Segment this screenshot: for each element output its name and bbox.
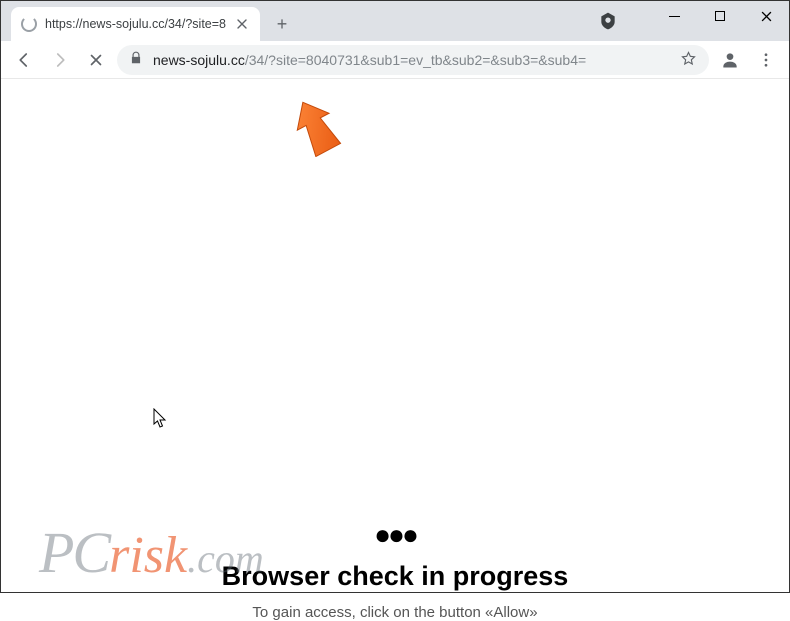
- address-bar[interactable]: news-sojulu.cc/34/?site=8040731&sub1=ev_…: [117, 45, 709, 75]
- tab-strip: https://news-sojulu.cc/34/?site=8 +: [1, 1, 789, 41]
- stop-reload-button[interactable]: [81, 45, 111, 75]
- page-headline: Browser check in progress: [222, 561, 569, 592]
- lock-icon: [129, 51, 143, 68]
- browser-toolbar: news-sojulu.cc/34/?site=8040731&sub1=ev_…: [1, 41, 789, 79]
- page-viewport: ●●● Browser check in progress To gain ac…: [1, 79, 789, 592]
- annotation-arrow-icon: [286, 97, 346, 157]
- url-path: /34/?site=8040731&sub1=ev_tb&sub2=&sub3=…: [245, 52, 586, 68]
- url-text: news-sojulu.cc/34/?site=8040731&sub1=ev_…: [153, 52, 670, 68]
- window-close-button[interactable]: [743, 1, 789, 31]
- mouse-cursor-icon: [153, 408, 169, 430]
- bookmark-star-icon[interactable]: [680, 50, 697, 70]
- url-domain: news-sojulu.cc: [153, 52, 245, 68]
- tab-close-button[interactable]: [234, 16, 250, 32]
- loading-spinner-icon: [21, 16, 37, 32]
- new-tab-button[interactable]: +: [268, 10, 296, 38]
- profile-avatar-button[interactable]: [715, 45, 745, 75]
- page-subline: To gain access, click on the button «All…: [222, 604, 569, 621]
- forward-button[interactable]: [45, 45, 75, 75]
- loading-dots-icon: ●●●: [222, 519, 569, 551]
- tab-title: https://news-sojulu.cc/34/?site=8: [45, 17, 226, 31]
- window-minimize-button[interactable]: [651, 1, 697, 31]
- page-content: ●●● Browser check in progress To gain ac…: [222, 519, 569, 621]
- back-button[interactable]: [9, 45, 39, 75]
- browser-tab[interactable]: https://news-sojulu.cc/34/?site=8: [11, 7, 260, 41]
- extension-shield-icon[interactable]: [597, 10, 619, 32]
- window-maximize-button[interactable]: [697, 1, 743, 31]
- window-controls: [651, 1, 789, 31]
- browser-menu-button[interactable]: [751, 45, 781, 75]
